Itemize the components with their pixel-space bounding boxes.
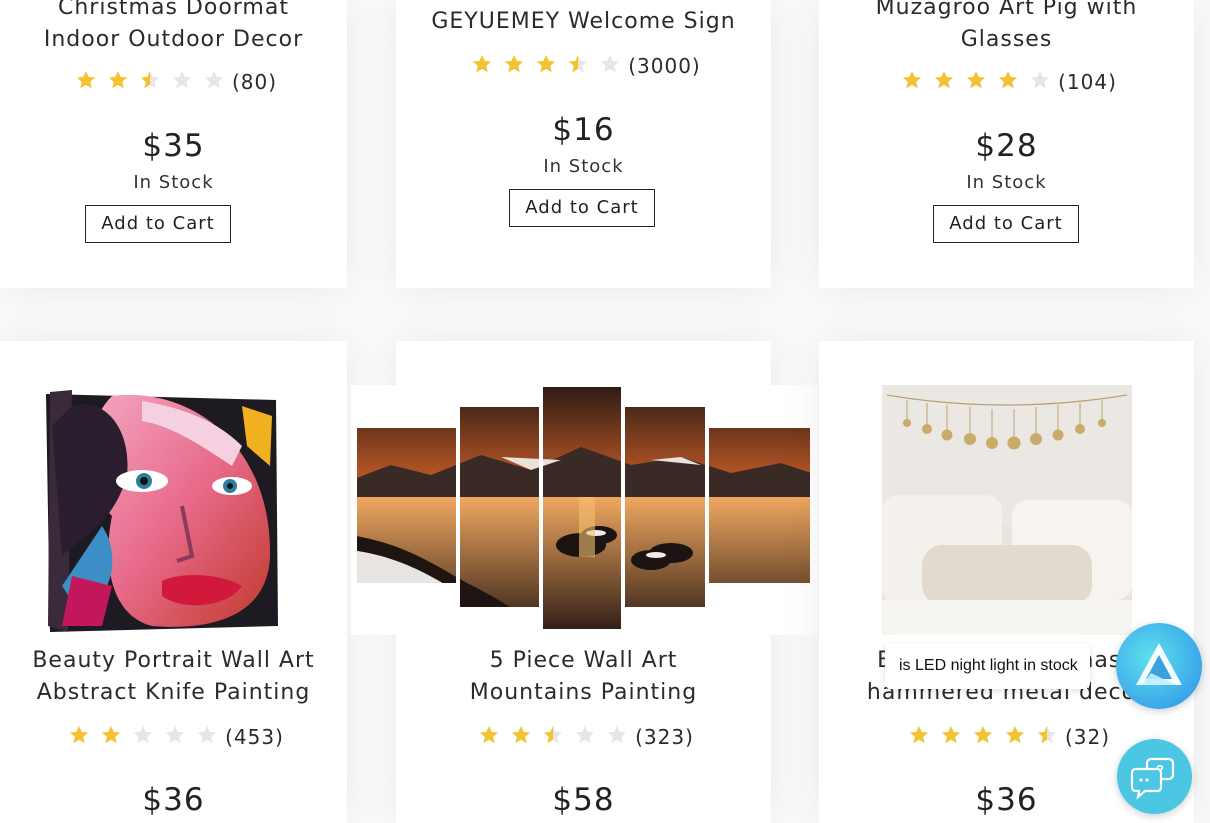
- star-icon: [473, 54, 492, 73]
- mountain-panels-svg: [357, 387, 810, 629]
- stock-status: In Stock: [133, 172, 214, 193]
- star-icon: [197, 725, 217, 744]
- star-icon: [575, 725, 595, 744]
- stars-group: [903, 724, 1063, 750]
- star-icon: [76, 70, 96, 89]
- star-rating: (104): [819, 67, 1194, 97]
- product-price: $58: [552, 782, 615, 818]
- star-rating: (323): [396, 722, 771, 752]
- product-title[interactable]: GEYUEMEY Welcome Sign: [396, 6, 771, 38]
- product-title[interactable]: Christmas Doormat Indoor Outdoor Decor: [0, 0, 347, 56]
- assistant-logo-icon: [1136, 643, 1182, 685]
- star-icon: [998, 70, 1018, 89]
- chat-help-button[interactable]: ?: [1117, 739, 1192, 814]
- stars-group: [473, 724, 633, 750]
- star-icon: [902, 70, 922, 89]
- product-price: $16: [552, 112, 615, 148]
- mountain-lake-sunset-panels-image[interactable]: [351, 385, 817, 635]
- add-to-cart-button[interactable]: Add to Cart: [85, 205, 231, 243]
- product-price: $28: [975, 128, 1038, 164]
- star-icon: [101, 725, 121, 744]
- moon-phase-garland-bedroom-image[interactable]: [882, 385, 1132, 635]
- product-card: Beauty Portrait Wall Art Abstract Knife …: [0, 341, 347, 823]
- review-count[interactable]: (104): [1058, 70, 1117, 94]
- star-icon: [941, 725, 961, 744]
- star-icon: [1030, 70, 1050, 89]
- review-count[interactable]: (32): [1065, 725, 1110, 749]
- product-card: GEYUEMEY Welcome Sign (3000) $16 In Stoc…: [396, 0, 771, 288]
- moon-phase-svg: [882, 385, 1132, 635]
- product-title[interactable]: Beauty Portrait Wall Art Abstract Knife …: [0, 645, 347, 709]
- star-icon: [204, 70, 224, 89]
- star-icon: [607, 725, 627, 744]
- star-icon: [165, 725, 185, 744]
- product-card: Muzagroo Art Pig with Glasses (104) $28 …: [819, 0, 1194, 288]
- star-icon: [1005, 725, 1025, 744]
- star-icon: [140, 70, 160, 89]
- product-title[interactable]: Muzagroo Art Pig with Glasses: [819, 0, 1194, 56]
- chat-help-icon: ?: [1130, 757, 1175, 800]
- product-price: $36: [142, 782, 205, 818]
- assistant-button[interactable]: [1116, 623, 1202, 709]
- stars-group: [70, 69, 230, 95]
- suggestion-tooltip[interactable]: is LED night light in stock: [885, 643, 1090, 689]
- star-icon: [479, 725, 499, 744]
- star-icon: [133, 725, 153, 744]
- product-price: $35: [142, 128, 205, 164]
- star-rating: (453): [0, 722, 347, 752]
- stock-status: In Stock: [543, 156, 624, 177]
- star-icon: [966, 70, 986, 89]
- review-count[interactable]: (453): [225, 725, 284, 749]
- stars-group: [896, 69, 1056, 95]
- star-rating: (80): [0, 67, 347, 97]
- review-count[interactable]: (323): [635, 725, 694, 749]
- star-icon: [172, 70, 192, 89]
- star-icon: [108, 70, 128, 89]
- star-icon: [569, 54, 588, 73]
- star-icon: [537, 54, 556, 73]
- star-icon: [1037, 725, 1057, 744]
- review-count[interactable]: (3000): [628, 54, 701, 78]
- star-icon: [543, 725, 563, 744]
- portrait-painting-svg: [42, 386, 282, 634]
- review-count[interactable]: (80): [232, 70, 277, 94]
- portrait-painting-image[interactable]: [42, 386, 282, 634]
- stars-group: [466, 53, 626, 79]
- star-icon: [505, 54, 524, 73]
- star-icon: [909, 725, 929, 744]
- stock-status: In Stock: [966, 172, 1047, 193]
- product-title[interactable]: 5 Piece Wall Art Mountains Painting: [396, 645, 771, 709]
- star-icon: [69, 725, 89, 744]
- stars-group: [63, 724, 223, 750]
- add-to-cart-button[interactable]: Add to Cart: [509, 189, 655, 227]
- star-icon: [601, 54, 620, 73]
- star-icon: [973, 725, 993, 744]
- star-icon: [511, 725, 531, 744]
- add-to-cart-button[interactable]: Add to Cart: [933, 205, 1079, 243]
- star-icon: [934, 70, 954, 89]
- star-rating: (3000): [396, 51, 771, 81]
- product-card: Christmas Doormat Indoor Outdoor Decor (…: [0, 0, 347, 288]
